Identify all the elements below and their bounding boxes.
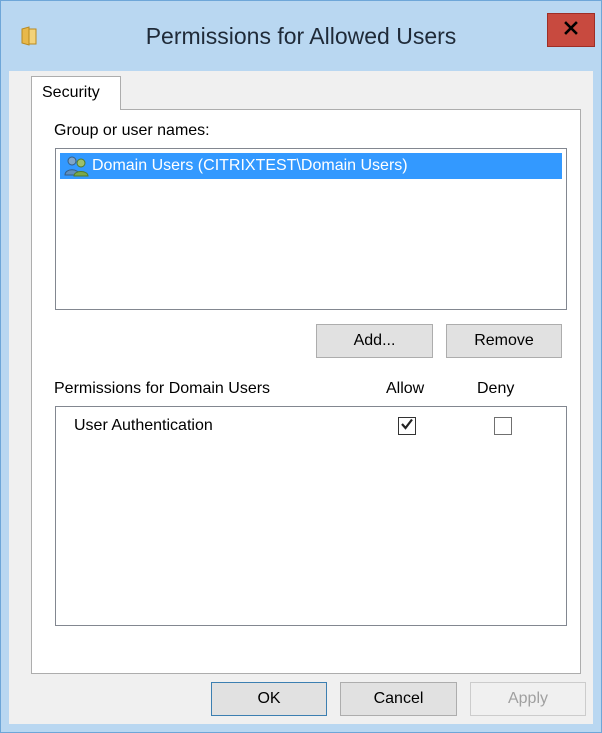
apply-button[interactable]: Apply: [470, 682, 586, 716]
permissions-dialog: Permissions for Allowed Users Security G…: [0, 0, 602, 733]
add-button[interactable]: Add...: [316, 324, 433, 358]
permissions-list: User Authentication: [55, 406, 567, 626]
permission-row: User Authentication: [56, 413, 566, 443]
allow-checkbox[interactable]: [398, 417, 416, 435]
user-name: Domain Users (CITRIXTEST\Domain Users): [92, 157, 408, 174]
user-group-icon: [64, 155, 90, 177]
allow-column-header: Allow: [386, 380, 425, 397]
security-panel: Group or user names: Domain Users (CITRI…: [31, 109, 581, 674]
deny-column-header: Deny: [477, 380, 515, 397]
permissions-label: Permissions for Domain Users: [54, 380, 271, 397]
checkmark-icon: [400, 417, 414, 436]
user-list[interactable]: Domain Users (CITRIXTEST\Domain Users): [55, 148, 567, 310]
window-title: Permissions for Allowed Users: [145, 23, 457, 49]
close-button[interactable]: [547, 13, 595, 47]
close-icon: [564, 20, 578, 40]
remove-button[interactable]: Remove: [446, 324, 562, 358]
group-or-user-names-label: Group or user names:: [54, 122, 210, 139]
list-item[interactable]: Domain Users (CITRIXTEST\Domain Users): [60, 153, 562, 179]
ok-button[interactable]: OK: [211, 682, 327, 716]
tab-security[interactable]: Security: [31, 76, 121, 110]
dialog-body: Security Group or user names: Domain Use…: [9, 71, 593, 724]
permission-name: User Authentication: [74, 417, 213, 434]
cancel-button[interactable]: Cancel: [340, 682, 457, 716]
deny-checkbox[interactable]: [494, 417, 512, 435]
title-bar[interactable]: Permissions for Allowed Users: [1, 1, 601, 71]
tab-security-label: Security: [42, 84, 100, 101]
